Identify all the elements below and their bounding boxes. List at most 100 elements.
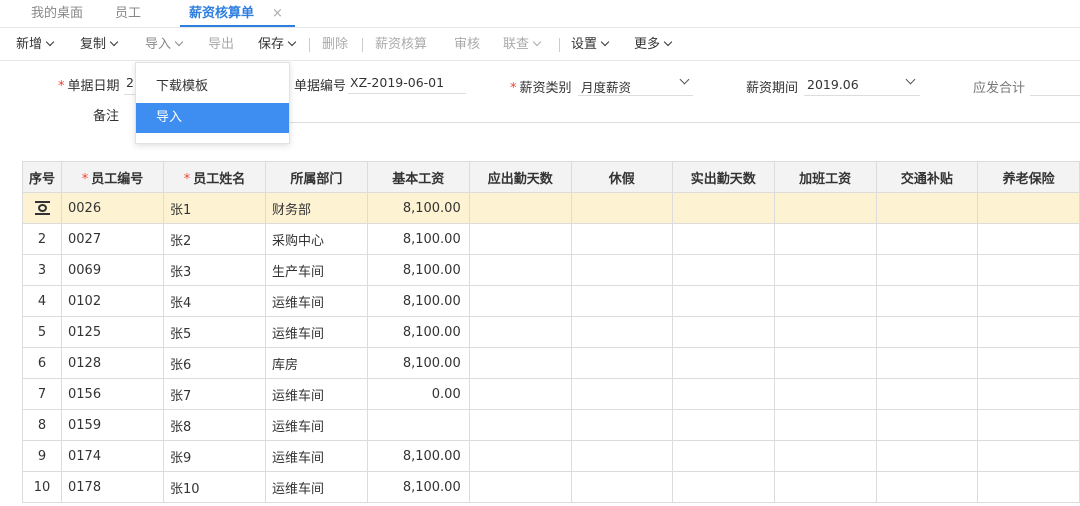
transport-allowance-cell[interactable] <box>875 347 979 379</box>
payroll-check-button[interactable]: 薪资核算 <box>375 29 427 61</box>
pension-cell[interactable] <box>977 378 1080 410</box>
expected-days-cell[interactable] <box>468 378 572 410</box>
expected-days-cell[interactable] <box>468 347 572 379</box>
more-button[interactable]: 更多 <box>634 29 673 61</box>
leave-cell[interactable] <box>570 223 673 255</box>
remark-field-underline[interactable] <box>290 122 1080 123</box>
table-row[interactable]: 0026 张1 财务部 8,100.00 <box>21 192 1080 224</box>
employee-name-cell[interactable]: 张9 <box>163 440 267 472</box>
column-header-expected-days[interactable]: 应出勤天数 <box>468 161 572 193</box>
actual-days-cell[interactable] <box>671 254 775 286</box>
employee-code-cell[interactable]: 0069 <box>61 254 165 286</box>
transport-allowance-cell[interactable] <box>875 440 979 472</box>
expected-days-cell[interactable] <box>468 316 572 348</box>
expected-days-cell[interactable] <box>468 192 572 224</box>
row-operation-icon[interactable] <box>34 201 50 215</box>
table-row[interactable]: 2 0027 张2 采购中心 8,100.00 <box>21 223 1080 255</box>
employee-code-cell[interactable]: 0026 <box>61 192 165 224</box>
transport-allowance-cell[interactable] <box>875 409 979 441</box>
expected-days-cell[interactable] <box>468 223 572 255</box>
add-button[interactable]: 新增 <box>16 29 55 61</box>
base-salary-cell[interactable]: 8,100.00 <box>366 285 470 317</box>
leave-cell[interactable] <box>570 378 673 410</box>
table-row[interactable]: 6 0128 张6 库房 8,100.00 <box>21 347 1080 379</box>
import-button[interactable]: 导入 <box>145 29 184 61</box>
column-header-employee-name[interactable]: * 员工姓名 <box>163 161 267 193</box>
department-cell[interactable]: 运维车间 <box>265 471 368 503</box>
transport-allowance-cell[interactable] <box>875 254 979 286</box>
actual-days-cell[interactable] <box>671 223 775 255</box>
employee-code-cell[interactable]: 0027 <box>61 223 165 255</box>
leave-cell[interactable] <box>570 440 673 472</box>
department-cell[interactable]: 库房 <box>265 347 368 379</box>
actual-days-cell[interactable] <box>671 285 775 317</box>
table-row[interactable]: 10 0178 张10 运维车间 8,100.00 <box>21 471 1080 503</box>
employee-code-cell[interactable]: 0178 <box>61 471 165 503</box>
department-cell[interactable]: 运维车间 <box>265 285 368 317</box>
period-select[interactable]: 2019.06 <box>807 77 859 92</box>
menu-item-download-template[interactable]: 下载模板 <box>136 72 289 102</box>
expected-days-cell[interactable] <box>468 471 572 503</box>
actual-days-cell[interactable] <box>671 471 775 503</box>
transport-allowance-cell[interactable] <box>875 223 979 255</box>
export-button[interactable]: 导出 <box>208 29 234 61</box>
actual-days-cell[interactable] <box>671 409 775 441</box>
base-salary-cell[interactable]: 8,100.00 <box>366 192 470 224</box>
leave-cell[interactable] <box>570 471 673 503</box>
tab-payroll-sheet[interactable]: 薪资核算单 <box>189 0 254 28</box>
employee-name-cell[interactable]: 张8 <box>163 409 267 441</box>
base-salary-cell[interactable]: 8,100.00 <box>366 254 470 286</box>
employee-code-cell[interactable]: 0156 <box>61 378 165 410</box>
column-header-pension[interactable]: 养老保险 <box>977 161 1080 193</box>
column-header-department[interactable]: 所属部门 <box>265 161 368 193</box>
department-cell[interactable]: 财务部 <box>265 192 368 224</box>
tab-employee[interactable]: 员工 <box>115 0 141 28</box>
row-index-cell[interactable] <box>21 192 63 224</box>
chevron-down-icon[interactable] <box>679 74 690 85</box>
leave-cell[interactable] <box>570 409 673 441</box>
actual-days-cell[interactable] <box>671 192 775 224</box>
expected-days-cell[interactable] <box>468 440 572 472</box>
pension-cell[interactable] <box>977 316 1080 348</box>
employee-code-cell[interactable]: 0159 <box>61 409 165 441</box>
actual-days-cell[interactable] <box>671 378 775 410</box>
base-salary-cell[interactable]: 8,100.00 <box>366 471 470 503</box>
table-row[interactable]: 3 0069 张3 生产车间 8,100.00 <box>21 254 1080 286</box>
employee-name-cell[interactable]: 张4 <box>163 285 267 317</box>
base-salary-cell[interactable]: 8,100.00 <box>366 440 470 472</box>
overtime-pay-cell[interactable] <box>773 192 877 224</box>
pension-cell[interactable] <box>977 223 1080 255</box>
delete-button[interactable]: 删除 <box>322 29 348 61</box>
link-query-button[interactable]: 联查 <box>503 29 542 61</box>
chevron-down-icon[interactable] <box>905 74 916 85</box>
date-field[interactable]: 2 <box>126 75 134 90</box>
leave-cell[interactable] <box>570 285 673 317</box>
pension-cell[interactable] <box>977 409 1080 441</box>
overtime-pay-cell[interactable] <box>773 316 877 348</box>
copy-button[interactable]: 复制 <box>80 29 119 61</box>
column-header-base-salary[interactable]: 基本工资 <box>366 161 470 193</box>
employee-name-cell[interactable]: 张6 <box>163 347 267 379</box>
doc-no-field[interactable]: XZ-2019-06-01 <box>350 75 444 90</box>
base-salary-cell[interactable]: 8,100.00 <box>366 223 470 255</box>
overtime-pay-cell[interactable] <box>773 471 877 503</box>
pension-cell[interactable] <box>977 347 1080 379</box>
table-row[interactable]: 9 0174 张9 运维车间 8,100.00 <box>21 440 1080 472</box>
expected-days-cell[interactable] <box>468 409 572 441</box>
transport-allowance-cell[interactable] <box>875 285 979 317</box>
expected-days-cell[interactable] <box>468 285 572 317</box>
base-salary-cell[interactable]: 8,100.00 <box>366 316 470 348</box>
column-header-index[interactable]: 序号 <box>21 161 63 193</box>
settings-button[interactable]: 设置 <box>571 29 610 61</box>
audit-button[interactable]: 审核 <box>454 29 480 61</box>
employee-name-cell[interactable]: 张7 <box>163 378 267 410</box>
menu-item-import[interactable]: 导入 <box>136 103 289 133</box>
employee-code-cell[interactable]: 0102 <box>61 285 165 317</box>
employee-name-cell[interactable]: 张5 <box>163 316 267 348</box>
base-salary-cell[interactable] <box>366 409 470 441</box>
base-salary-cell[interactable]: 8,100.00 <box>366 347 470 379</box>
table-row[interactable]: 5 0125 张5 运维车间 8,100.00 <box>21 316 1080 348</box>
base-salary-cell[interactable]: 0.00 <box>366 378 470 410</box>
employee-code-cell[interactable]: 0128 <box>61 347 165 379</box>
pension-cell[interactable] <box>977 192 1080 224</box>
